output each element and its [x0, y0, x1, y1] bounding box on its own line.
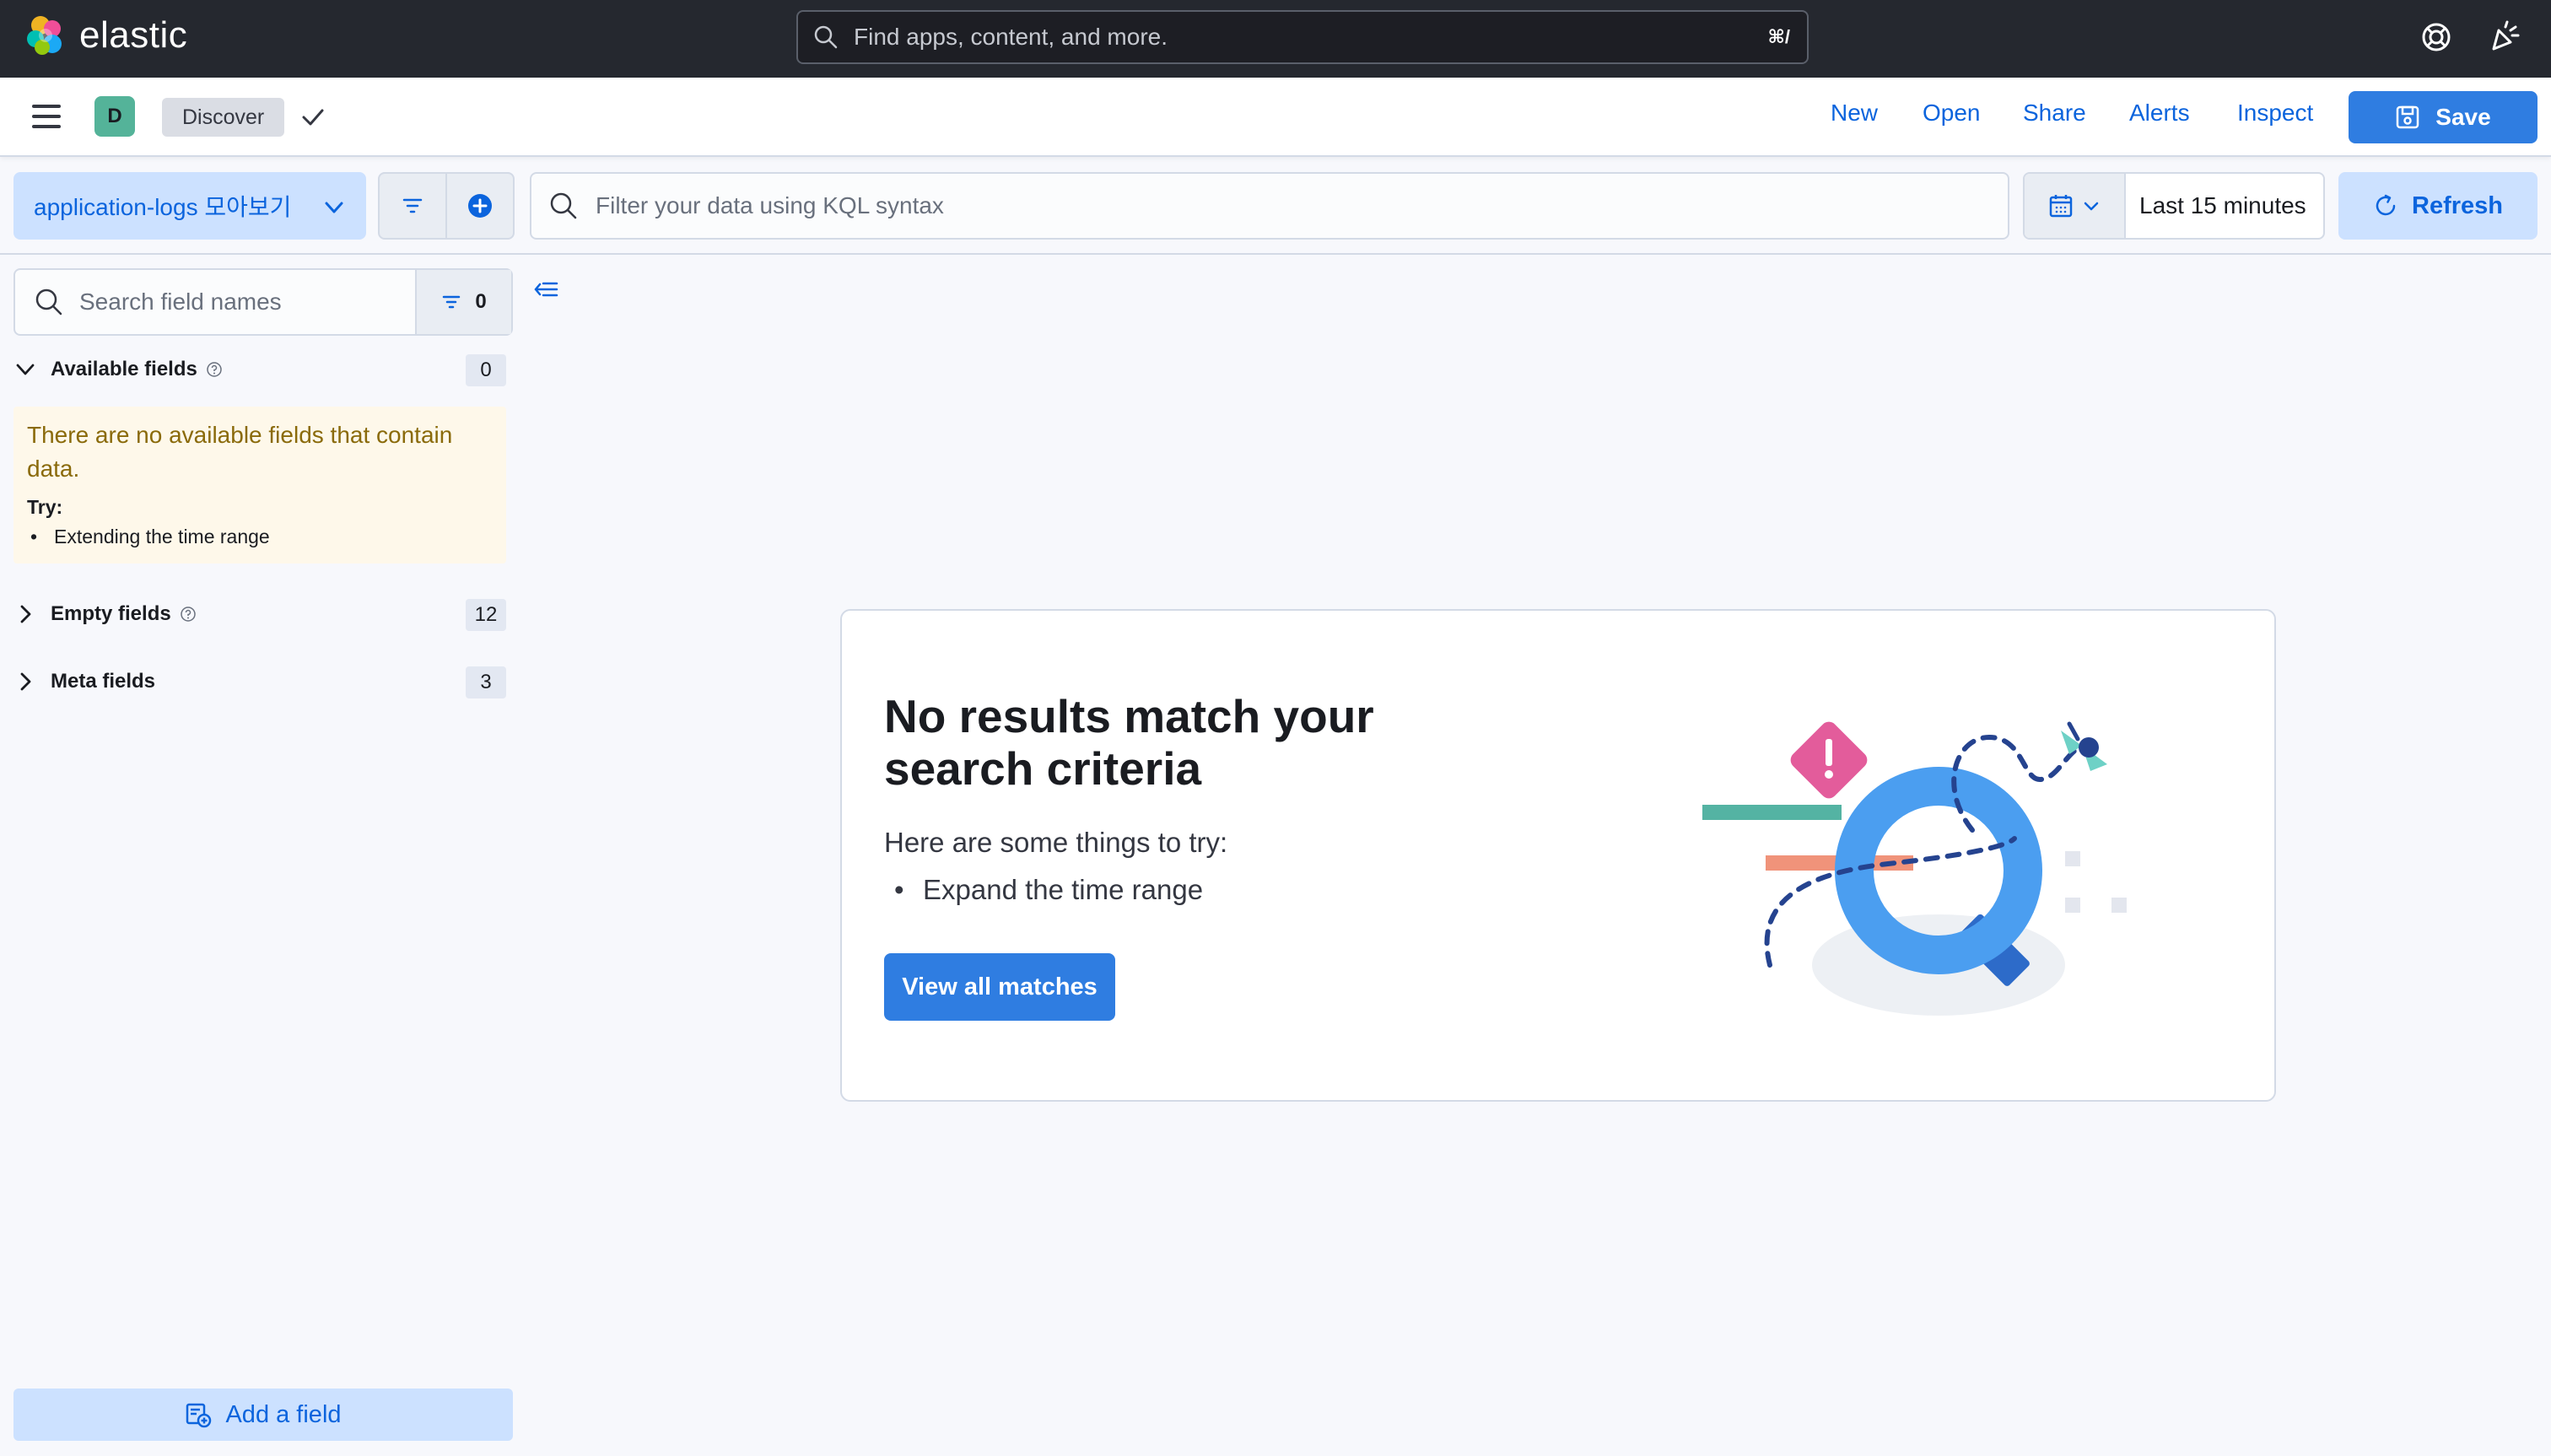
inspect-link[interactable]: Inspect: [2237, 100, 2313, 127]
available-fields-accordion[interactable]: Available fields 0: [13, 351, 506, 388]
elastic-logo[interactable]: elastic: [24, 13, 187, 57]
question-icon: [180, 607, 196, 622]
space-avatar[interactable]: D: [94, 96, 135, 137]
meta-fields-accordion[interactable]: Meta fields 3: [13, 663, 506, 700]
elastic-logo-icon: [27, 16, 62, 55]
filter-icon: [402, 198, 423, 213]
add-field-icon: [186, 1403, 212, 1428]
save-label: Save: [2435, 104, 2491, 130]
keyboard-shortcut: ⌘/: [1767, 26, 1790, 47]
refresh-button[interactable]: Refresh: [2338, 172, 2538, 240]
chevron-down-icon: [325, 202, 343, 213]
no-results-suggestion: Expand the time range: [894, 874, 1203, 906]
kql-placeholder: Filter your data using KQL syntax: [596, 192, 944, 218]
view-all-matches-button[interactable]: View all matches: [884, 953, 1115, 1021]
help-icon[interactable]: [2419, 20, 2453, 54]
data-view-picker[interactable]: application-logs 모아보기: [13, 172, 366, 240]
chevron-right-icon: [20, 672, 31, 691]
no-results-subtitle: Here are some things to try:: [884, 827, 1228, 858]
no-results-title: No results match your search criteria: [884, 690, 1374, 795]
field-list-sidebar: Search field names 0 Available fields 0: [0, 255, 558, 1456]
refresh-icon: [2376, 194, 2396, 216]
no-fields-callout: There are no available fields that conta…: [13, 407, 506, 564]
chevron-down-icon: [2084, 202, 2099, 211]
empty-fields-label: Empty fields: [51, 602, 171, 625]
new-link[interactable]: New: [1831, 100, 1878, 127]
meta-fields-count: 3: [466, 666, 506, 698]
empty-fields-accordion[interactable]: Empty fields 12: [13, 596, 506, 633]
available-fields-count: 0: [466, 354, 506, 386]
global-header: elastic Find apps, content, and more. ⌘/: [0, 0, 2551, 78]
field-type-filter-button[interactable]: 0: [415, 270, 511, 334]
save-icon: [2397, 105, 2419, 129]
search-icon: [550, 192, 577, 219]
filter-icon: [443, 295, 461, 309]
data-view-label: application-logs 모아보기: [34, 194, 292, 220]
check-icon: [302, 109, 324, 126]
no-results-illustration: [1702, 721, 2127, 1016]
field-search-input[interactable]: Search field names 0: [13, 268, 513, 336]
global-search-input[interactable]: Find apps, content, and more. ⌘/: [796, 10, 1809, 64]
add-filter-button[interactable]: [445, 172, 515, 240]
share-link[interactable]: Share: [2023, 100, 2086, 127]
collapse-sidebar-icon[interactable]: [531, 275, 562, 305]
available-fields-label: Available fields: [51, 358, 197, 380]
menu-toggle-icon[interactable]: [32, 105, 61, 128]
time-picker[interactable]: Last 15 minutes: [2023, 172, 2325, 240]
chevron-right-icon: [20, 605, 31, 623]
save-button[interactable]: Save: [2349, 91, 2538, 143]
field-search-placeholder: Search field names: [79, 289, 282, 315]
question-icon: [207, 362, 222, 377]
callout-title: There are no available fields that conta…: [27, 422, 453, 482]
brand-name: elastic: [79, 14, 188, 56]
no-results-panel: No results match your search criteria He…: [840, 609, 2276, 1102]
query-bar: application-logs 모아보기 Filter your data u…: [0, 157, 2551, 255]
refresh-label: Refresh: [2412, 191, 2503, 219]
calendar-icon: [2049, 195, 2073, 218]
app-header: D Discover New Open Share Alerts Inspect…: [0, 78, 2551, 157]
global-search-placeholder: Find apps, content, and more.: [854, 24, 1168, 50]
empty-fields-count: 12: [466, 599, 506, 631]
kql-search-input[interactable]: Filter your data using KQL syntax: [530, 172, 2009, 240]
quick-select-button[interactable]: [2025, 174, 2126, 238]
breadcrumb: Discover: [162, 98, 285, 137]
plus-circle-icon: [468, 194, 492, 218]
filter-count: 0: [475, 290, 487, 313]
newsfeed-icon[interactable]: [2487, 20, 2521, 54]
meta-fields-label: Meta fields: [51, 670, 156, 693]
chevron-down-icon: [16, 364, 35, 375]
filter-menu-button[interactable]: [378, 172, 447, 240]
search-icon: [35, 289, 62, 315]
alerts-link[interactable]: Alerts: [2129, 100, 2190, 127]
search-icon: [814, 25, 838, 49]
time-range-label[interactable]: Last 15 minutes: [2139, 192, 2306, 219]
add-field-button[interactable]: Add a field: [13, 1389, 513, 1441]
open-link[interactable]: Open: [1923, 100, 1981, 127]
callout-suggestion: Extending the time range: [27, 526, 493, 548]
callout-try-label: Try:: [27, 496, 63, 518]
add-field-label: Add a field: [225, 1400, 342, 1428]
